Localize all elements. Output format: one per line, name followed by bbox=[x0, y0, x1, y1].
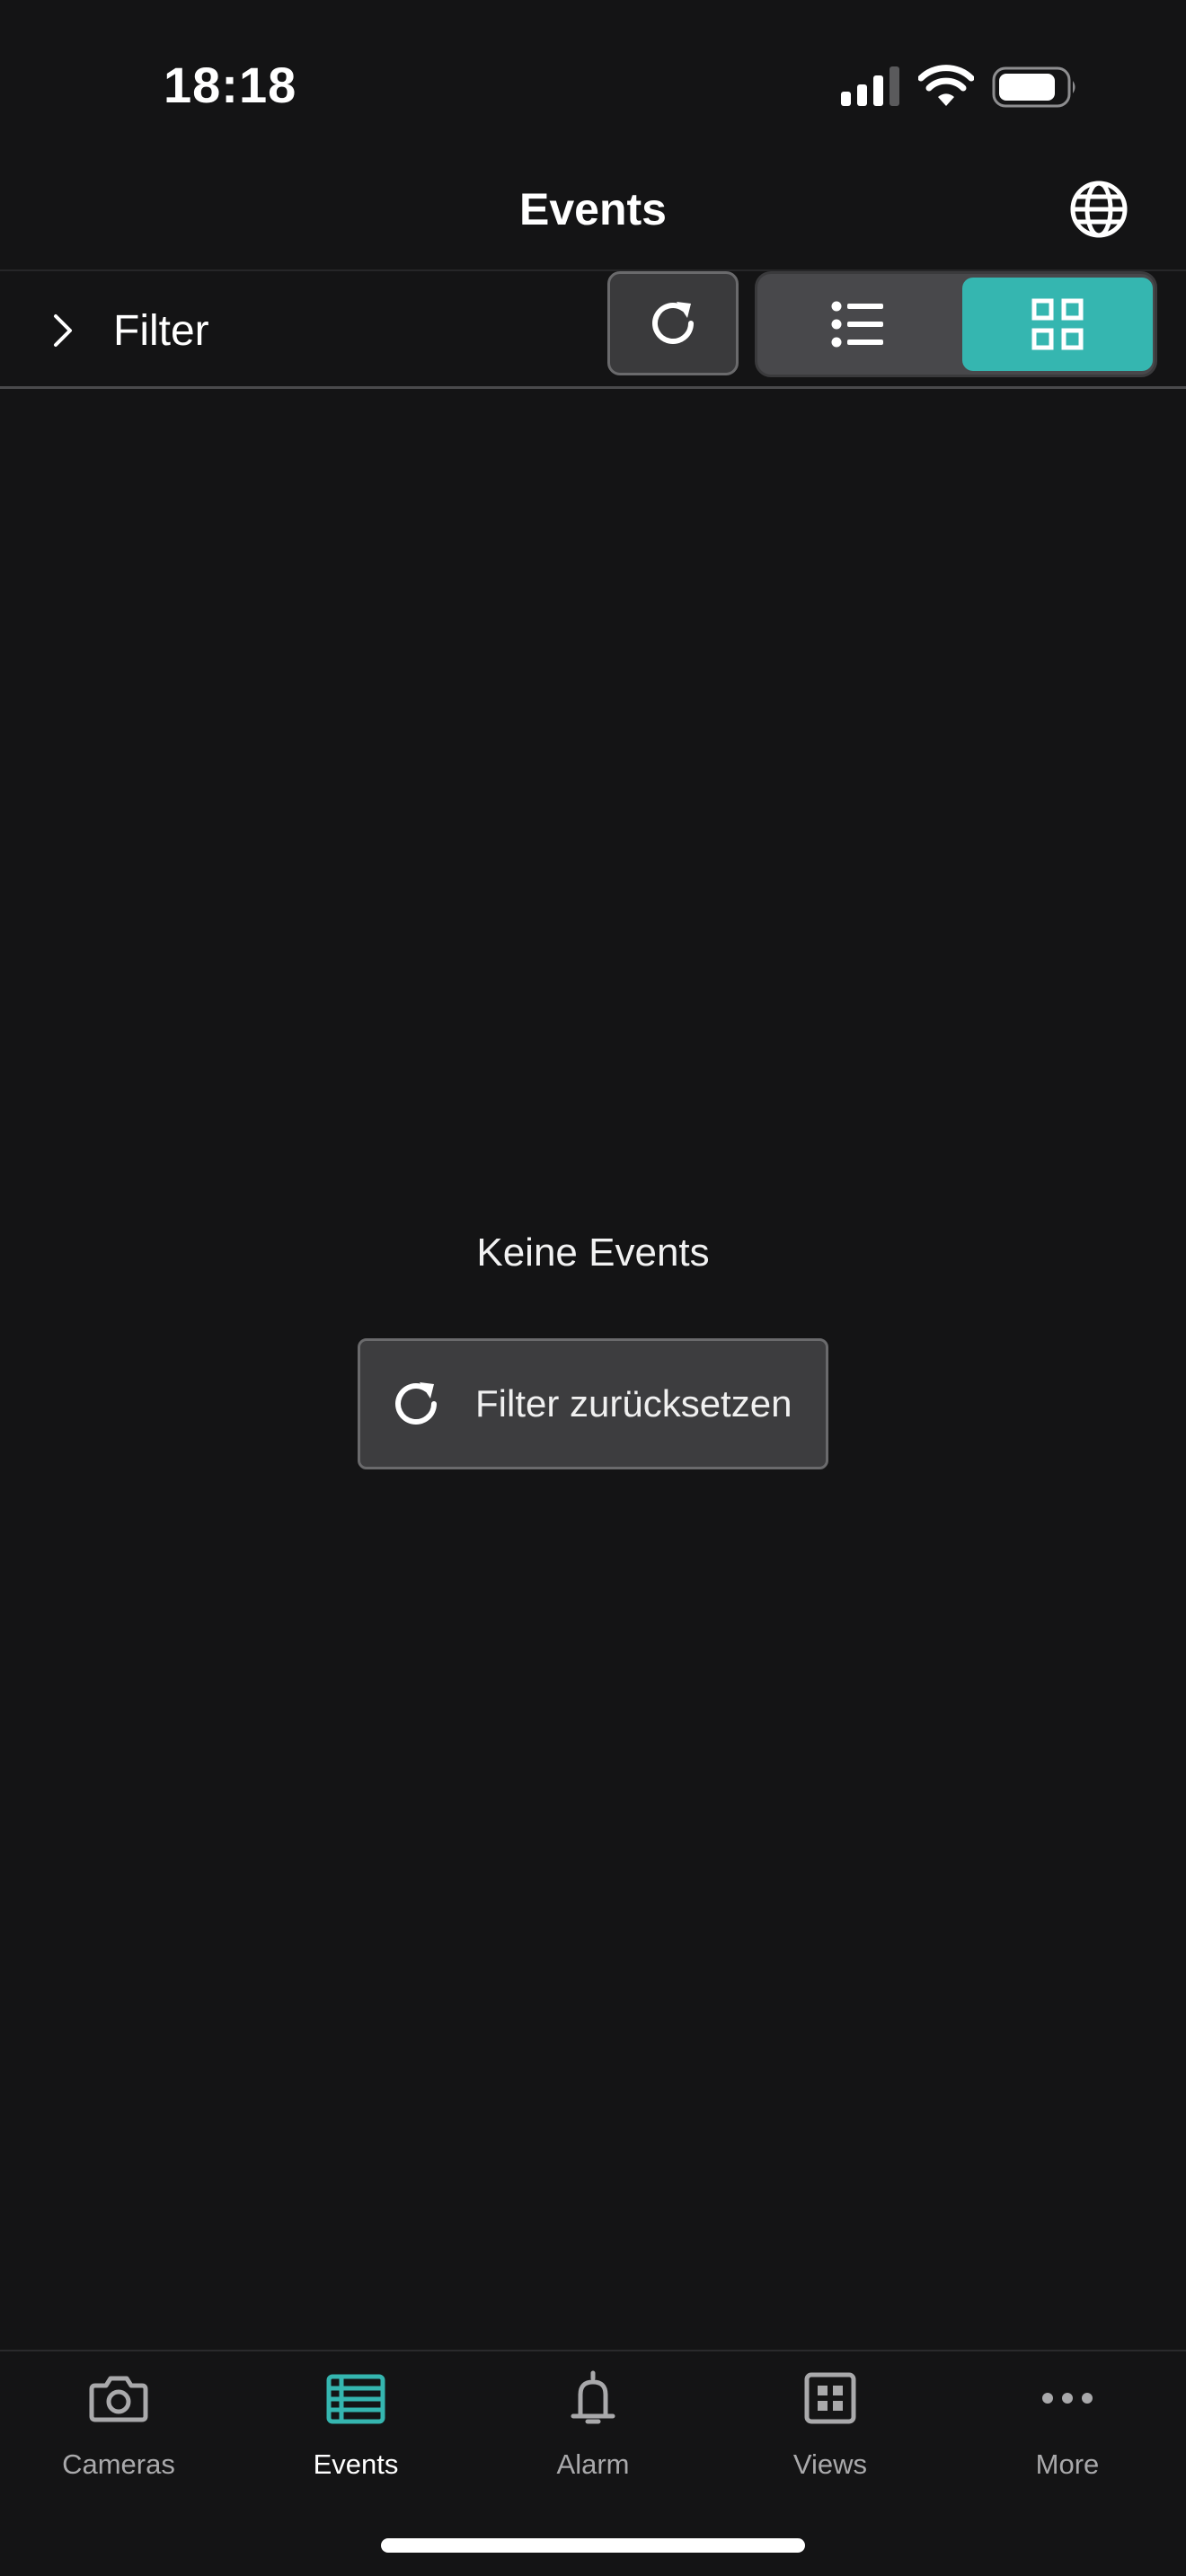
tab-label: Alarm bbox=[556, 2448, 630, 2480]
events-list-icon bbox=[326, 2374, 385, 2424]
globe-icon[interactable] bbox=[1069, 180, 1128, 239]
tab-alarm[interactable]: Alarm bbox=[474, 2366, 712, 2492]
home-indicator[interactable] bbox=[381, 2538, 805, 2553]
chevron-right-icon bbox=[54, 314, 72, 347]
list-icon bbox=[831, 301, 883, 348]
reset-filter-label: Filter zurücksetzen bbox=[475, 1382, 792, 1425]
grid-view-button[interactable] bbox=[962, 278, 1153, 371]
wifi-icon bbox=[918, 65, 974, 106]
more-dots-icon bbox=[1042, 2393, 1093, 2404]
refresh-icon bbox=[652, 302, 694, 344]
filter-toggle[interactable]: Filter bbox=[36, 296, 270, 365]
camera-icon bbox=[89, 2376, 148, 2422]
tab-label: Events bbox=[313, 2448, 399, 2480]
reset-filter-button[interactable]: Filter zurücksetzen bbox=[358, 1338, 828, 1469]
empty-state-message: Keine Events bbox=[476, 1231, 710, 1275]
refresh-icon bbox=[395, 1382, 437, 1425]
refresh-button[interactable] bbox=[607, 271, 739, 375]
page-title: Events bbox=[519, 184, 667, 234]
views-grid-icon bbox=[804, 2372, 856, 2424]
bell-icon bbox=[571, 2370, 615, 2424]
filter-label: Filter bbox=[113, 306, 209, 355]
tab-views[interactable]: Views bbox=[712, 2366, 949, 2492]
tab-label: More bbox=[1035, 2448, 1100, 2480]
tabbar-divider bbox=[0, 2350, 1186, 2351]
toolbar-bottom-divider bbox=[0, 386, 1186, 389]
tab-events[interactable]: Events bbox=[237, 2366, 474, 2492]
cellular-signal-icon bbox=[841, 66, 899, 106]
tab-label: Views bbox=[792, 2448, 868, 2480]
grid-icon bbox=[1031, 298, 1084, 350]
battery-icon bbox=[992, 66, 1075, 108]
tab-label: Cameras bbox=[62, 2448, 175, 2480]
list-view-button[interactable] bbox=[757, 274, 959, 375]
tab-cameras[interactable]: Cameras bbox=[0, 2366, 237, 2492]
view-mode-switch[interactable] bbox=[755, 271, 1157, 377]
status-time: 18:18 bbox=[164, 57, 297, 113]
tab-more[interactable]: More bbox=[949, 2366, 1186, 2492]
